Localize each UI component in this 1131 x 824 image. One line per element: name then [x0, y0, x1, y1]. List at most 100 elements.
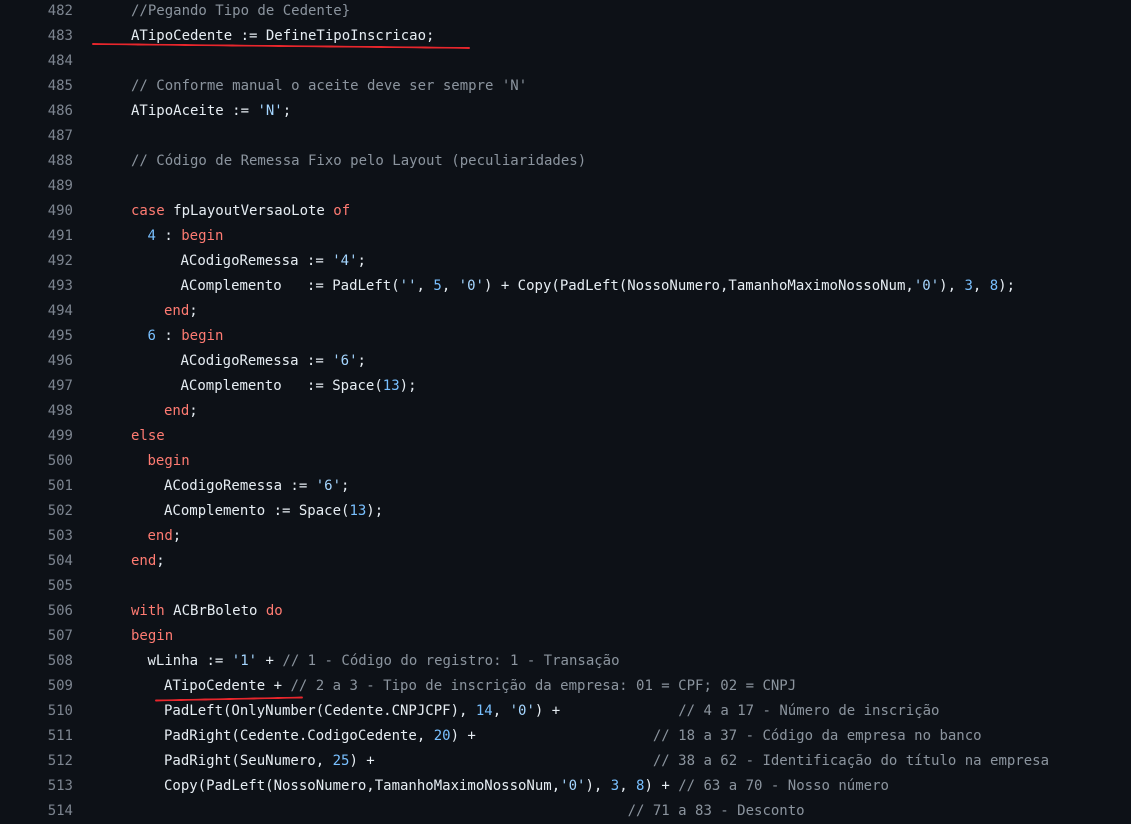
line-number: 494: [47, 303, 73, 319]
code-token: begin: [131, 628, 174, 644]
code-text: AComplemento := PadLeft('', 5, '0') + Co…: [181, 274, 1016, 299]
code-line-492[interactable]: 492 ACodigoRemessa := '4';: [0, 249, 1131, 274]
code-line-512[interactable]: 512 PadRight(SeuNumero, 25) + // 38 a 62 …: [0, 749, 1131, 774]
code-line-489[interactable]: 489: [0, 174, 1131, 199]
code-line-495[interactable]: 495 6 : begin: [0, 324, 1131, 349]
code-token: PadRight(Cedente.CodigoCedente,: [164, 728, 434, 744]
code-line-507[interactable]: 507 begin: [0, 624, 1131, 649]
code-line-508[interactable]: 508 wLinha := '1' + // 1 - Código do regi…: [0, 649, 1131, 674]
code-token: ,: [416, 278, 434, 294]
code-line-487[interactable]: 487: [0, 124, 1131, 149]
code-token: case: [131, 203, 165, 219]
line-number: 491: [47, 228, 73, 244]
code-token: begin: [181, 328, 224, 344]
code-token: 13: [382, 378, 400, 394]
code-text: ACodigoRemessa := '6';: [181, 349, 366, 374]
code-token: 13: [349, 503, 367, 519]
code-editor[interactable]: 482//Pegando Tipo de Cedente} 483 ATipoCed…: [0, 0, 1131, 819]
code-text: 6 : begin: [148, 324, 224, 349]
code-line-503[interactable]: 503 end;: [0, 524, 1131, 549]
code-token: ATipoCedente +: [164, 678, 291, 694]
code-line-484[interactable]: 484: [0, 49, 1131, 74]
line-number: 498: [47, 403, 73, 419]
code-text: AComplemento := Space(13);: [164, 499, 383, 524]
line-number: 496: [47, 353, 73, 369]
line-number: 490: [47, 203, 73, 219]
code-line-501[interactable]: 501 ACodigoRemessa := '6';: [0, 474, 1131, 499]
code-token: end: [147, 528, 173, 544]
code-line-496[interactable]: 496 ACodigoRemessa := '6';: [0, 349, 1131, 374]
code-token: ATipoCedente := DefineTipoInscricao;: [131, 28, 435, 44]
code-line-493[interactable]: 493 AComplemento := PadLeft('', 5, '0') +…: [0, 274, 1131, 299]
code-line-502[interactable]: 502 AComplemento := Space(13);: [0, 499, 1131, 524]
code-token: 5: [433, 278, 442, 294]
code-line-504[interactable]: 504 end;: [0, 549, 1131, 574]
code-line-514[interactable]: 514 // 71 a 83 - Desconto: [0, 799, 1131, 824]
code-text: // 71 a 83 - Desconto: [164, 799, 805, 824]
code-token: 'N': [257, 103, 283, 119]
code-text: begin: [131, 624, 173, 649]
line-number: 483: [47, 28, 73, 44]
code-token: ) +: [644, 778, 679, 794]
code-line-499[interactable]: 499 else: [0, 424, 1131, 449]
line-number: 506: [47, 603, 73, 619]
code-line-497[interactable]: 497 AComplemento := Space(13);: [0, 374, 1131, 399]
code-token: 3: [610, 778, 620, 794]
code-token: AComplemento := PadLeft(: [180, 278, 400, 294]
code-line-505[interactable]: 505: [0, 574, 1131, 599]
code-line-500[interactable]: 500 begin: [0, 449, 1131, 474]
code-line-490[interactable]: 490 case fpLayoutVersaoLote of: [0, 199, 1131, 224]
code-line-482[interactable]: 482 //Pegando Tipo de Cedente}: [0, 0, 1131, 24]
code-text: ATipoCedente + // 2 a 3 - Tipo de inscri…: [164, 674, 796, 699]
code-token: ,: [619, 778, 637, 794]
code-token: // 71 a 83 - Desconto: [223, 803, 805, 819]
code-token: begin: [181, 228, 224, 244]
code-line-485[interactable]: 485 // Conforme manual o aceite deve ser …: [0, 74, 1131, 99]
code-line-494[interactable]: 494 end;: [0, 299, 1131, 324]
code-token: of: [333, 203, 351, 219]
code-token: PadLeft(OnlyNumber(Cedente.CNPJCPF),: [164, 703, 476, 719]
code-token: ;: [341, 478, 350, 494]
code-token: Copy(PadLeft(NossoNumero,TamanhoMaximoNo…: [164, 778, 561, 794]
code-line-511[interactable]: 511 PadRight(Cedente.CodigoCedente, 20) +…: [0, 724, 1131, 749]
code-token: // 1 - Código do registro: 1 - Transação: [282, 653, 620, 669]
code-token: // Conforme manual o aceite deve ser sem…: [131, 78, 528, 94]
code-token: // 18 a 37 - Código da empresa no banco: [652, 728, 982, 744]
code-token: ,: [972, 278, 990, 294]
line-number: 513: [47, 778, 73, 794]
code-line-513[interactable]: 513 Copy(PadLeft(NossoNumero,TamanhoMaxim…: [0, 774, 1131, 799]
line-number: 495: [47, 328, 73, 344]
code-text: PadRight(Cedente.CodigoCedente, 20) + //…: [164, 724, 982, 749]
code-text: ATipoAceite := 'N';: [131, 99, 291, 124]
line-number: 492: [47, 253, 73, 269]
line-number: 486: [47, 103, 73, 119]
code-token: end: [164, 403, 190, 419]
code-token: ATipoAceite :=: [131, 103, 258, 119]
code-token: // 38 a 62 - Identificação do título na …: [652, 753, 1050, 769]
line-number: 511: [47, 728, 73, 744]
code-token: '0': [913, 278, 940, 294]
code-token: else: [131, 428, 165, 444]
code-token: ACodigoRemessa :=: [164, 478, 316, 494]
code-token: );: [366, 503, 384, 519]
code-token: ,: [441, 278, 459, 294]
line-number: 502: [47, 503, 73, 519]
code-line-486[interactable]: 486 ATipoAceite := 'N';: [0, 99, 1131, 124]
code-text: with ACBrBoleto do: [131, 599, 283, 624]
line-number: 493: [47, 278, 73, 294]
code-line-488[interactable]: 488 // Código de Remessa Fixo pelo Layout…: [0, 149, 1131, 174]
line-number: 484: [47, 53, 73, 69]
code-line-498[interactable]: 498 end;: [0, 399, 1131, 424]
code-line-510[interactable]: 510 PadLeft(OnlyNumber(Cedente.CNPJCPF), …: [0, 699, 1131, 724]
line-number: 485: [47, 78, 73, 94]
code-token: 8: [989, 278, 999, 294]
code-token: 20: [433, 728, 451, 744]
code-token: wLinha :=: [147, 653, 232, 669]
code-line-491[interactable]: 491 4 : begin: [0, 224, 1131, 249]
code-line-506[interactable]: 506 with ACBrBoleto do: [0, 599, 1131, 624]
code-token: 3: [964, 278, 973, 294]
line-number: 507: [47, 628, 73, 644]
code-token: ;: [282, 103, 292, 119]
code-line-509[interactable]: 509 ATipoCedente + // 2 a 3 - Tipo de ins…: [0, 674, 1131, 699]
